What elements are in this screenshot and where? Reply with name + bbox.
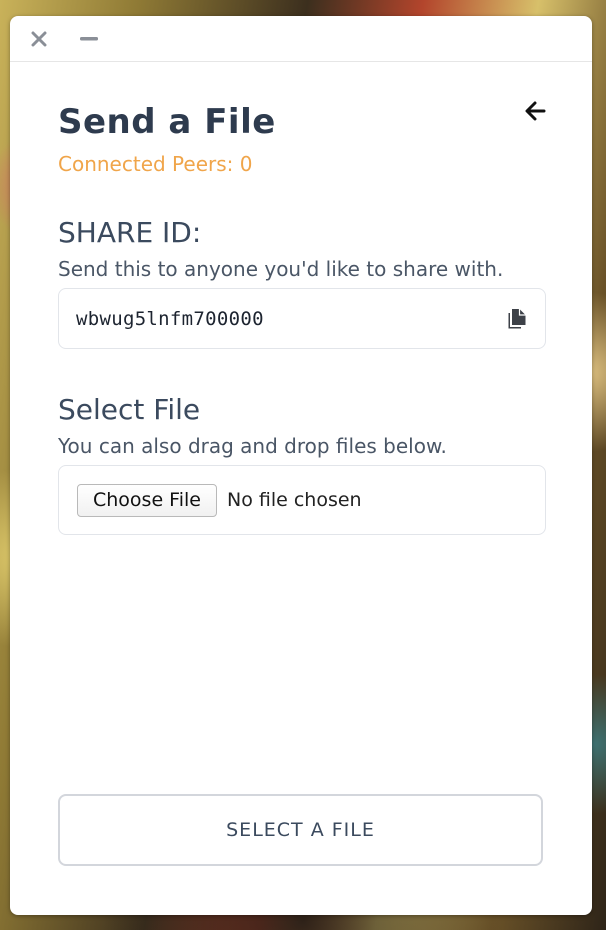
file-drop-zone[interactable]: Choose File No file chosen — [58, 465, 546, 535]
select-file-heading: Select File — [58, 393, 201, 426]
choose-file-button[interactable]: Choose File — [77, 483, 217, 517]
app-window: Send a File Connected Peers: 0 SHARE ID:… — [10, 16, 592, 915]
arrow-left-icon[interactable] — [522, 98, 548, 124]
share-id-heading: SHARE ID: — [58, 216, 202, 249]
share-id-description: Send this to anyone you'd like to share … — [58, 257, 504, 281]
title-bar — [10, 16, 592, 62]
share-id-value[interactable]: wbwug5lnfm700000 — [76, 308, 264, 330]
select-a-file-button[interactable]: SELECT A FILE — [58, 794, 543, 866]
connected-peers-status: Connected Peers: 0 — [58, 152, 253, 176]
select-file-description: You can also drag and drop files below. — [58, 434, 447, 458]
close-icon[interactable] — [28, 28, 50, 50]
copy-icon[interactable] — [505, 307, 529, 331]
page-title: Send a File — [58, 102, 276, 142]
minimize-icon[interactable] — [78, 28, 100, 50]
file-status-text: No file chosen — [226, 489, 362, 511]
share-id-field: wbwug5lnfm700000 — [58, 288, 546, 349]
main-content: Send a File Connected Peers: 0 SHARE ID:… — [10, 62, 592, 535]
